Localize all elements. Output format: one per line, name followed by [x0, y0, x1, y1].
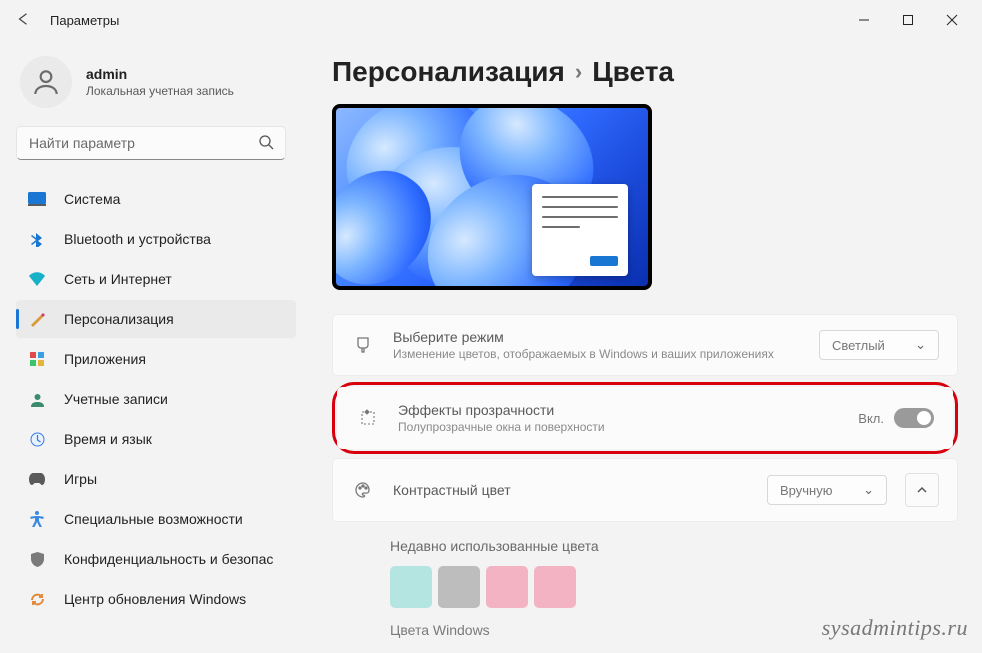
accent-select[interactable]: Вручную ⌄ [767, 475, 887, 505]
mode-select[interactable]: Светлый ⌄ [819, 330, 939, 360]
expand-button[interactable] [905, 473, 939, 507]
nav-label: Время и язык [64, 431, 152, 447]
nav-label: Bluetooth и устройства [64, 231, 211, 247]
nav-bluetooth[interactable]: Bluetooth и устройства [16, 220, 296, 258]
accent-card[interactable]: Контрастный цвет Вручную ⌄ [332, 458, 958, 522]
chevron-down-icon: ⌄ [915, 337, 926, 353]
accessibility-icon [26, 510, 48, 528]
color-swatch[interactable] [438, 566, 480, 608]
toggle-state-label: Вкл. [858, 411, 884, 426]
select-value: Вручную [780, 483, 832, 498]
nav-accounts[interactable]: Учетные записи [16, 380, 296, 418]
nav-update[interactable]: Центр обновления Windows [16, 580, 296, 618]
chevron-right-icon: › [575, 59, 582, 85]
transparency-card[interactable]: Эффекты прозрачности Полупрозрачные окна… [337, 387, 953, 449]
privacy-icon [26, 550, 48, 568]
update-icon [26, 590, 48, 608]
recent-colors-title: Недавно использованные цвета [390, 538, 918, 554]
nav-label: Сеть и Интернет [64, 271, 172, 287]
next-section-title: Цвета Windows [332, 608, 958, 638]
search-box [16, 126, 296, 160]
card-subtitle: Изменение цветов, отображаемых в Windows… [393, 347, 819, 361]
transparency-toggle[interactable] [894, 408, 934, 428]
nav-accessibility[interactable]: Специальные возможности [16, 500, 296, 538]
window-title: Параметры [50, 13, 119, 28]
nav-label: Учетные записи [64, 391, 168, 407]
color-swatch[interactable] [486, 566, 528, 608]
maximize-button[interactable] [886, 5, 930, 35]
nav-label: Персонализация [64, 311, 174, 327]
network-icon [26, 270, 48, 288]
back-button[interactable] [8, 12, 38, 29]
card-title: Выберите режим [393, 329, 819, 345]
nav-apps[interactable]: Приложения [16, 340, 296, 378]
nav-privacy[interactable]: Конфиденциальность и безопас [16, 540, 296, 578]
transparency-icon [356, 409, 380, 427]
user-subtitle: Локальная учетная запись [86, 84, 234, 98]
card-subtitle: Полупрозрачные окна и поверхности [398, 420, 858, 434]
card-title: Эффекты прозрачности [398, 402, 858, 418]
nav-time[interactable]: Время и язык [16, 420, 296, 458]
color-swatch[interactable] [534, 566, 576, 608]
mode-card[interactable]: Выберите режим Изменение цветов, отображ… [332, 314, 958, 376]
nav-label: Игры [64, 471, 97, 487]
palette-icon [351, 481, 375, 499]
preview-window [532, 184, 628, 276]
minimize-button[interactable] [842, 5, 886, 35]
nav-gaming[interactable]: Игры [16, 460, 296, 498]
search-icon [258, 134, 274, 155]
color-swatch[interactable] [390, 566, 432, 608]
user-block[interactable]: admin Локальная учетная запись [16, 56, 296, 108]
titlebar: Параметры [0, 0, 982, 40]
nav-label: Система [64, 191, 120, 207]
bluetooth-icon [26, 230, 48, 248]
nav-label: Специальные возможности [64, 511, 243, 527]
accounts-icon [26, 390, 48, 408]
system-icon [26, 190, 48, 208]
search-input[interactable] [16, 126, 286, 160]
content: Персонализация › Цвета Выберите режим [300, 40, 982, 653]
apps-icon [26, 350, 48, 368]
close-button[interactable] [930, 5, 974, 35]
nav-label: Конфиденциальность и безопас [64, 551, 273, 567]
nav-personalization[interactable]: Персонализация [16, 300, 296, 338]
sidebar: admin Локальная учетная запись Система B… [0, 40, 300, 653]
select-value: Светлый [832, 338, 885, 353]
avatar [20, 56, 72, 108]
user-name: admin [86, 66, 234, 82]
breadcrumb-current: Цвета [592, 56, 674, 88]
desktop-preview[interactable] [332, 104, 652, 290]
nav-network[interactable]: Сеть и Интернет [16, 260, 296, 298]
nav-list: Система Bluetooth и устройства Сеть и Ин… [16, 180, 296, 620]
recent-colors-block: Недавно использованные цвета [332, 528, 958, 608]
breadcrumb-parent[interactable]: Персонализация [332, 56, 565, 88]
annotation-highlight: Эффекты прозрачности Полупрозрачные окна… [332, 382, 958, 454]
nav-system[interactable]: Система [16, 180, 296, 218]
nav-label: Центр обновления Windows [64, 591, 246, 607]
personalization-icon [26, 310, 48, 328]
card-title: Контрастный цвет [393, 482, 767, 498]
nav-label: Приложения [64, 351, 146, 367]
chevron-down-icon: ⌄ [863, 482, 874, 498]
time-icon [26, 430, 48, 448]
brush-icon [351, 336, 375, 354]
breadcrumb: Персонализация › Цвета [332, 56, 958, 88]
gaming-icon [26, 470, 48, 488]
